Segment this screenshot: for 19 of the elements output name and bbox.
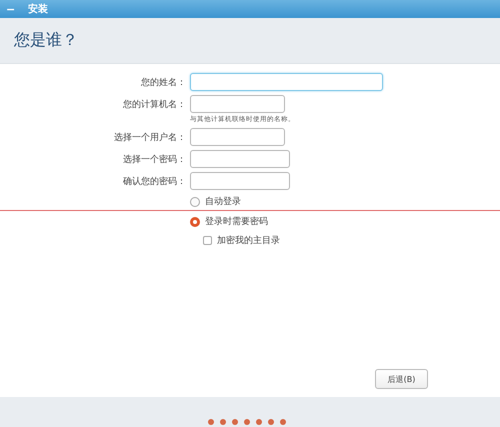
input-field[interactable] <box>190 150 290 168</box>
option-label: 登录时需要密码 <box>205 216 268 228</box>
window-title: 安装 <box>28 2 48 16</box>
option-label: 加密我的主目录 <box>217 234 280 247</box>
field-label: 您的计算机名： <box>123 98 186 110</box>
back-button[interactable]: 后退(B) <box>375 369 428 389</box>
input-field[interactable] <box>190 95 285 113</box>
input-field[interactable] <box>190 73 383 91</box>
field-label: 选择一个用户名： <box>114 132 186 144</box>
field-label: 您的姓名： <box>141 76 186 88</box>
option-label: 自动登录 <box>205 196 241 208</box>
checkbox[interactable] <box>203 236 212 245</box>
radio-button[interactable] <box>190 216 200 226</box>
field-label: 选择一个密码： <box>123 154 186 166</box>
radio-button[interactable] <box>190 196 200 206</box>
page-heading: 您是谁？ <box>14 30 78 51</box>
field-label: 确认您的密码： <box>123 176 186 188</box>
input-field[interactable] <box>190 128 285 146</box>
input-field[interactable] <box>190 172 290 190</box>
